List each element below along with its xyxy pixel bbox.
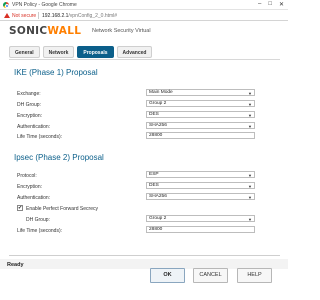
ipsec-encryption-label: Encryption: xyxy=(17,184,43,190)
ok-button[interactable]: OK xyxy=(150,268,185,283)
ike-authentication-select[interactable]: SHA256 ▼ xyxy=(146,122,255,129)
tab-general[interactable]: General xyxy=(9,46,40,58)
sonicwall-logo: SONICWALL xyxy=(9,25,81,37)
exchange-select[interactable]: Main Mode ▼ xyxy=(146,89,255,96)
minimize-icon[interactable]: – xyxy=(258,1,261,8)
ipsec-authentication-select[interactable]: SHA256 ▼ xyxy=(146,193,255,200)
pfs-label: Enable Perfect Forward Secrecy xyxy=(26,206,98,212)
chevron-down-icon: ▼ xyxy=(248,194,252,200)
ipsec-authentication-label: Authentication: xyxy=(17,195,51,201)
chevron-down-icon: ▼ xyxy=(248,101,252,107)
ipsec-lifetime-input[interactable]: 28800 xyxy=(146,226,255,233)
ipsec-section-title: Ipsec (Phase 2) Proposal xyxy=(14,153,104,162)
chevron-down-icon: ▼ xyxy=(248,183,252,189)
footer-divider xyxy=(9,255,280,256)
ike-authentication-value: SHA256 xyxy=(149,123,167,128)
ike-dh-group-value: Group 2 xyxy=(149,101,167,106)
tab-proposals[interactable]: Proposals xyxy=(77,46,114,58)
ike-encryption-label: Encryption: xyxy=(17,113,43,119)
ike-dh-group-label: DH Group: xyxy=(17,102,41,108)
close-icon[interactable]: ✕ xyxy=(279,1,284,8)
protocol-select[interactable]: ESP ▼ xyxy=(146,171,255,178)
url-host: 192.168.2.1 xyxy=(42,12,69,19)
url-path: /vpnConfig_2_0.html# xyxy=(68,12,118,19)
window-title: VPN Policy - Google Chrome xyxy=(12,2,77,8)
ike-lifetime-input[interactable]: 28800 xyxy=(146,132,255,139)
ipsec-authentication-value: SHA256 xyxy=(149,194,167,199)
cancel-button[interactable]: CANCEL xyxy=(193,268,228,283)
chevron-down-icon: ▼ xyxy=(248,172,252,178)
ipsec-dh-group-value: Group 2 xyxy=(149,216,167,221)
warning-icon[interactable] xyxy=(4,12,10,18)
chrome-icon xyxy=(3,2,10,9)
tab-advanced[interactable]: Advanced xyxy=(116,46,153,58)
window-titlebar: VPN Policy - Google Chrome – □ ✕ xyxy=(0,0,288,10)
tab-underline xyxy=(9,59,280,60)
security-indicator[interactable]: Not secure xyxy=(12,13,36,19)
ipsec-dh-group-select[interactable]: Group 2 ▼ xyxy=(146,215,255,222)
maximize-icon[interactable]: □ xyxy=(268,1,272,8)
window-controls: – □ ✕ xyxy=(258,1,284,8)
pfs-checkbox[interactable]: ✔ xyxy=(17,205,23,211)
ipsec-encryption-value: DES xyxy=(149,183,159,188)
ike-encryption-select[interactable]: DES ▼ xyxy=(146,111,255,118)
tab-bar: General Network Proposals Advanced xyxy=(9,46,153,58)
ike-lifetime-label: Life Time (seconds): xyxy=(17,134,63,140)
protocol-label: Protocol: xyxy=(17,173,37,179)
ike-authentication-label: Authentication: xyxy=(17,124,51,130)
address-separator xyxy=(38,12,39,19)
logo-text-wall: WALL xyxy=(47,25,82,37)
help-button[interactable]: HELP xyxy=(237,268,272,283)
url-text[interactable]: 192.168.2.1/vpnConfig_2_0.html# xyxy=(42,13,117,19)
exchange-label: Exchange: xyxy=(17,91,41,97)
ipsec-lifetime-value: 28800 xyxy=(149,227,163,232)
ipsec-dh-group-label: DH Group: xyxy=(26,217,50,223)
chevron-down-icon: ▼ xyxy=(248,216,252,222)
product-subtitle: Network Security Virtual xyxy=(92,28,151,34)
chevron-down-icon: ▼ xyxy=(248,90,252,96)
ike-encryption-value: DES xyxy=(149,112,159,117)
chevron-down-icon: ▼ xyxy=(248,123,252,129)
chevron-down-icon: ▼ xyxy=(248,112,252,118)
ike-lifetime-value: 28800 xyxy=(149,133,163,138)
ike-dh-group-select[interactable]: Group 2 ▼ xyxy=(146,100,255,107)
status-text: Ready xyxy=(7,262,24,268)
ike-section-title: IKE (Phase 1) Proposal xyxy=(14,68,98,77)
ipsec-encryption-select[interactable]: DES ▼ xyxy=(146,182,255,189)
protocol-value: ESP xyxy=(149,172,159,177)
address-bar[interactable]: Not secure 192.168.2.1/vpnConfig_2_0.htm… xyxy=(0,10,288,21)
ipsec-lifetime-label: Life Time (seconds): xyxy=(17,228,63,234)
tab-network[interactable]: Network xyxy=(42,46,75,58)
exchange-value: Main Mode xyxy=(149,90,173,95)
logo-text-sonic: SONIC xyxy=(9,25,48,37)
